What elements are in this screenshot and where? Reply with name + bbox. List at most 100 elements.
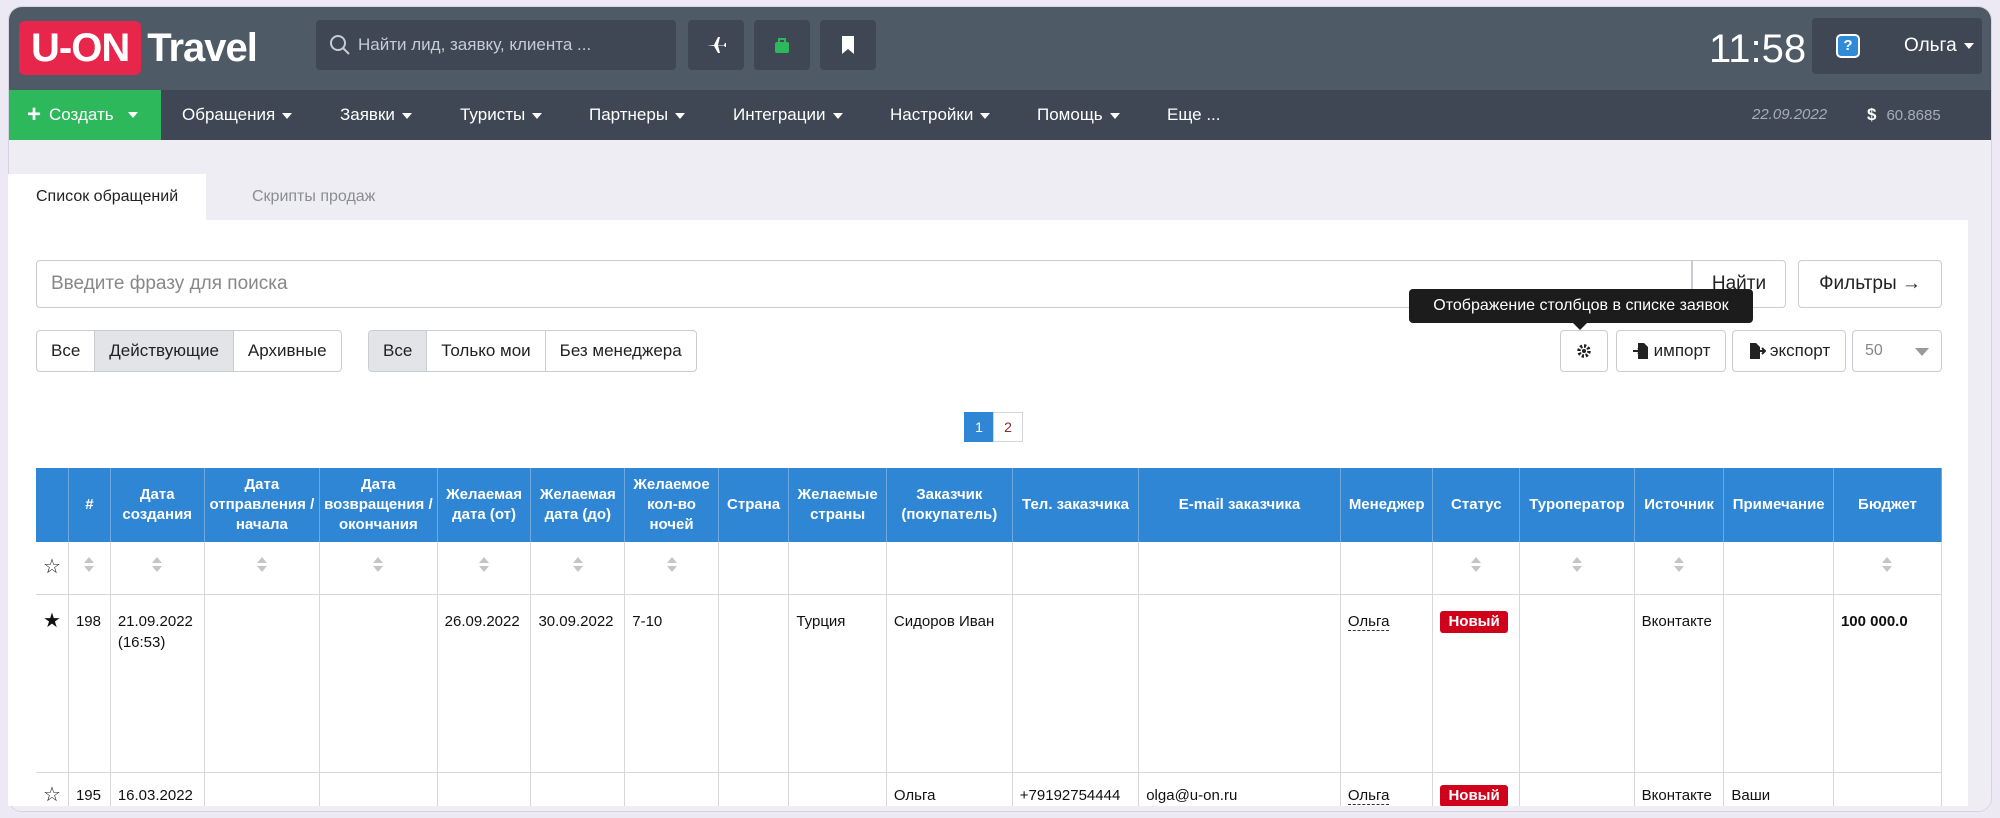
- status-badge[interactable]: Новый: [1440, 784, 1508, 806]
- bookmark-icon: [842, 36, 854, 54]
- nav-item-orders[interactable]: Заявки: [340, 90, 412, 140]
- cell-id: 198: [68, 594, 111, 773]
- col-header-nights[interactable]: Желаемое кол-во ночей: [624, 468, 719, 542]
- star-filled-icon: ★: [43, 609, 61, 632]
- sort-cell[interactable]: [1833, 542, 1942, 595]
- nav-item-requests[interactable]: Обращения: [182, 90, 293, 140]
- nav-item-tourists[interactable]: Туристы: [460, 90, 543, 140]
- sort-cell[interactable]: [530, 542, 626, 595]
- cell-operator: [1519, 772, 1635, 806]
- nav-item-integrations[interactable]: Интеграции: [733, 90, 843, 140]
- logo[interactable]: U-ON Travel: [19, 21, 258, 75]
- cell-manager: Ольга: [1340, 594, 1434, 773]
- nav-item-label: Интеграции: [733, 105, 826, 124]
- cell-customer: Ольга: [886, 772, 1013, 806]
- star-toggle[interactable]: ★: [36, 594, 69, 773]
- cell-note: [1723, 594, 1834, 773]
- sort-cell: [718, 542, 790, 595]
- bag-icon: [775, 38, 789, 53]
- col-header-date-to[interactable]: Желаемая дата (до): [530, 468, 626, 542]
- rate-value: 60.8685: [1886, 107, 1941, 124]
- created-time: (16:53): [117, 633, 166, 651]
- star-toggle[interactable]: ☆: [36, 772, 69, 806]
- col-header-email[interactable]: E-mail заказчика: [1138, 468, 1341, 542]
- table-header-row: # Дата создания Дата отправления / начал…: [36, 468, 1942, 542]
- export-button[interactable]: экспорт: [1732, 330, 1846, 372]
- create-button[interactable]: + Создать: [9, 90, 161, 140]
- chevron-down-icon: [282, 112, 293, 119]
- filters-button[interactable]: Фильтры →: [1798, 260, 1942, 308]
- create-label: Создать: [49, 105, 114, 124]
- col-header-countries[interactable]: Желаемые страны: [788, 468, 887, 542]
- help-icon[interactable]: ?: [1836, 34, 1860, 58]
- col-header-return[interactable]: Дата возвращения / окончания: [319, 468, 438, 542]
- cell-return: [319, 594, 438, 773]
- table-row[interactable]: ★ 198 21.09.2022 (16:53) 26.09.2022 30.09…: [36, 594, 1942, 773]
- col-header-select: [36, 468, 69, 542]
- page-2[interactable]: 2: [993, 412, 1023, 442]
- sort-cell[interactable]: [1432, 542, 1521, 595]
- tab-sales-scripts[interactable]: Скрипты продаж: [224, 174, 403, 220]
- page-1[interactable]: 1: [964, 412, 994, 442]
- nav-item-partners[interactable]: Партнеры: [589, 90, 686, 140]
- filter-archived[interactable]: Архивные: [234, 331, 341, 371]
- import-button[interactable]: импорт: [1616, 330, 1726, 372]
- sort-cell[interactable]: [624, 542, 719, 595]
- col-header-customer[interactable]: Заказчик (покупатель): [886, 468, 1013, 542]
- sort-cell[interactable]: [1634, 542, 1725, 595]
- filter-all[interactable]: Все: [37, 331, 96, 371]
- sort-cell: [1340, 542, 1434, 595]
- col-header-note[interactable]: Примечание: [1723, 468, 1834, 542]
- currency-rate: $60.8685: [1867, 90, 1941, 141]
- filter-owner-all[interactable]: Все: [369, 331, 428, 371]
- nav-item-more[interactable]: Еще ...: [1167, 90, 1220, 140]
- sort-icon: [1471, 556, 1482, 573]
- export-label: экспорт: [1769, 341, 1831, 360]
- global-search-input[interactable]: Найти лид, заявку, клиента ...: [316, 20, 676, 70]
- bookmarks-button[interactable]: [820, 20, 876, 70]
- filter-active[interactable]: Действующие: [95, 331, 234, 371]
- nav-item-help[interactable]: Помощь: [1037, 90, 1120, 140]
- col-header-operator[interactable]: Туроператор: [1519, 468, 1635, 542]
- cell-email: [1138, 594, 1341, 773]
- col-header-departure[interactable]: Дата отправления / начала: [204, 468, 321, 542]
- tab-request-list[interactable]: Список обращений: [8, 174, 207, 220]
- col-header-status[interactable]: Статус: [1432, 468, 1521, 542]
- col-header-budget[interactable]: Бюджет: [1833, 468, 1942, 542]
- tours-button[interactable]: [754, 20, 810, 70]
- col-header-created[interactable]: Дата создания: [110, 468, 205, 542]
- manager-link[interactable]: Ольга: [1347, 612, 1390, 631]
- col-header-phone[interactable]: Тел. заказчика: [1012, 468, 1140, 542]
- per-page-select[interactable]: 50: [1852, 330, 1942, 372]
- sort-cell[interactable]: [68, 542, 111, 595]
- col-header-manager[interactable]: Менеджер: [1340, 468, 1434, 542]
- file-export-icon: [1749, 343, 1766, 359]
- sort-icon: [479, 556, 490, 573]
- user-menu[interactable]: ? Ольга: [1812, 18, 1982, 74]
- sort-cell: [788, 542, 887, 595]
- logo-text: Travel: [147, 25, 258, 70]
- sort-cell[interactable]: [204, 542, 321, 595]
- col-header-id[interactable]: #: [68, 468, 111, 542]
- manager-link[interactable]: Ольга: [1347, 786, 1390, 805]
- sort-cell[interactable]: [110, 542, 205, 595]
- chevron-down-icon: [980, 112, 991, 119]
- columns-settings-button[interactable]: [1560, 330, 1608, 372]
- col-header-country[interactable]: Страна: [718, 468, 790, 542]
- cell-status: Новый: [1432, 772, 1521, 806]
- chevron-down-icon: [1963, 43, 1974, 49]
- flights-button[interactable]: [688, 20, 744, 70]
- table-row[interactable]: ☆ 195 16.03.2022 Ольга +79192754444 olga…: [36, 772, 1942, 806]
- col-header-date-from[interactable]: Желаемая дата (от): [437, 468, 532, 542]
- nav-item-settings[interactable]: Настройки: [890, 90, 991, 140]
- filter-no-manager[interactable]: Без менеджера: [546, 331, 696, 371]
- cell-phone: [1012, 594, 1140, 773]
- star-filter[interactable]: ☆: [36, 542, 69, 595]
- filter-only-mine[interactable]: Только мои: [427, 331, 546, 371]
- sort-cell[interactable]: [1519, 542, 1635, 595]
- col-header-source[interactable]: Источник: [1634, 468, 1725, 542]
- star-outline-icon: ☆: [43, 555, 61, 578]
- status-badge[interactable]: Новый: [1440, 610, 1508, 633]
- sort-cell[interactable]: [319, 542, 438, 595]
- sort-cell[interactable]: [437, 542, 532, 595]
